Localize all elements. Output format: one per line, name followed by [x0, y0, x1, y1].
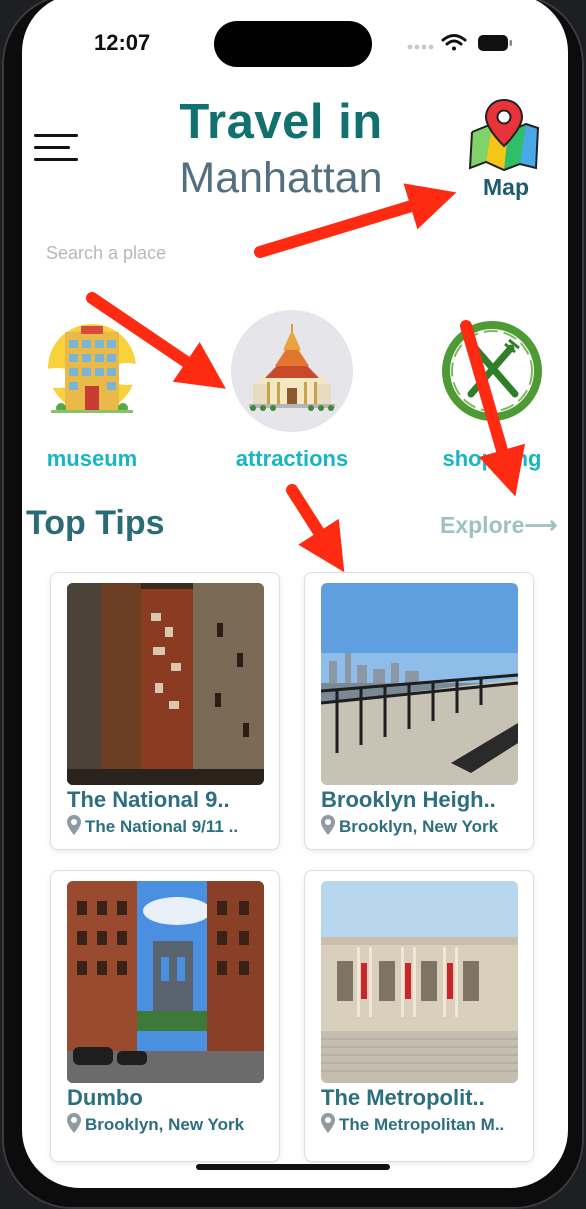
temple-icon [249, 324, 335, 411]
category-label: attractions [235, 446, 349, 471]
met-museum-image [321, 881, 518, 1083]
category-label: shopping [442, 446, 542, 471]
status-time: 12:07 [94, 30, 151, 55]
explore-link[interactable]: Explore⟶ [440, 512, 557, 539]
tip-card[interactable]: Brooklyn Heigh.. Brooklyn, New York [304, 572, 534, 850]
tip-card-photo [321, 881, 518, 1083]
search-input[interactable] [44, 238, 348, 268]
hotel-icon [35, 324, 149, 413]
wifi-icon [441, 34, 467, 51]
category-label: museum [46, 446, 138, 471]
tip-card-photo [321, 583, 518, 785]
tip-card-title: The Metropolit.. [321, 1085, 485, 1110]
location-pin-icon [67, 1113, 81, 1133]
map-button[interactable]: Map [468, 98, 556, 208]
category-icon-circle [231, 310, 353, 432]
home-indicator [196, 1164, 390, 1170]
phone-frame: 12:07 Travel in Manhattan Map Search a p… [2, 0, 584, 1209]
tip-card-photo [67, 583, 264, 785]
tip-card-location-text: The Metropolitan M.. [339, 1115, 505, 1134]
map-label: Map [483, 174, 529, 200]
fork-knife-icon [442, 321, 542, 421]
tip-card[interactable]: Dumbo Brooklyn, New York [50, 870, 280, 1162]
section-title: Top Tips [26, 504, 165, 542]
category-attractions[interactable]: attractions [222, 310, 362, 480]
category-icon-circle [31, 310, 153, 432]
location-pin-icon [321, 815, 335, 835]
promenade-image [321, 583, 518, 785]
tip-card[interactable]: The Metropolit.. The Metropolitan M.. [304, 870, 534, 1162]
tip-card[interactable]: The National 9.. The National 9/11 .. [50, 572, 280, 850]
map-pin-icon [468, 98, 540, 172]
tip-card-title: Brooklyn Heigh.. [321, 787, 496, 812]
location-pin-icon [321, 1113, 335, 1133]
tip-card-title: The National 9.. [67, 787, 230, 812]
cellular-signal-icon [407, 44, 434, 50]
tip-card-photo [67, 881, 264, 1083]
tip-card-location: The Metropolitan M.. [321, 1113, 504, 1135]
dynamic-island [214, 21, 372, 67]
tip-card-location: The National 9/11 .. [67, 815, 238, 837]
category-shopping[interactable]: shopping [422, 310, 562, 480]
app-screen: 12:07 Travel in Manhattan Map Search a p… [22, 0, 568, 1188]
dumbo-street-image [67, 881, 264, 1083]
category-icon-circle [431, 310, 553, 432]
status-icons [407, 34, 512, 51]
location-pin-icon [67, 815, 81, 835]
tip-card-title: Dumbo [67, 1085, 143, 1110]
memorial-wall-image [67, 583, 264, 785]
battery-icon [478, 35, 512, 51]
tip-card-location: Brooklyn, New York [321, 815, 498, 837]
tip-card-location-text: The National 9/11 .. [85, 817, 239, 836]
tip-card-location: Brooklyn, New York [67, 1113, 244, 1135]
tip-card-location-text: Brooklyn, New York [339, 817, 499, 836]
category-museum[interactable]: museum [22, 310, 162, 480]
tip-card-location-text: Brooklyn, New York [85, 1115, 245, 1134]
